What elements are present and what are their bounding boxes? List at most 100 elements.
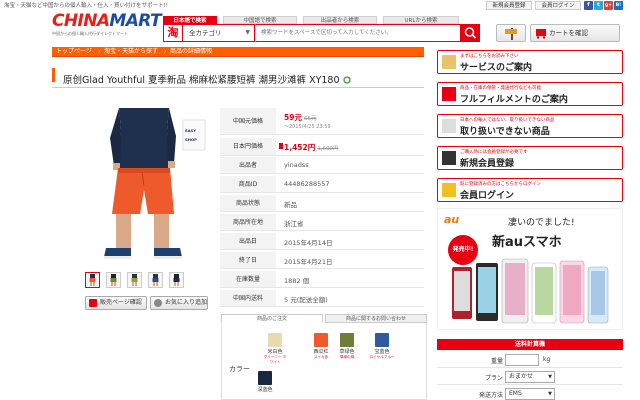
- thumbnail-2[interactable]: [106, 272, 121, 288]
- breadcrumb-home[interactable]: トップページ: [52, 47, 92, 57]
- cny-price: 59元: [284, 113, 302, 122]
- method-select[interactable]: EMS ▼: [505, 388, 555, 400]
- search-button[interactable]: [461, 24, 480, 42]
- tab-inquiry[interactable]: 商品に関するお問い合わせ: [325, 314, 427, 323]
- swatch-sub: グリーニー ホワイト: [263, 355, 287, 364]
- thumbnail-4[interactable]: [148, 272, 163, 288]
- sidebar-banner-login[interactable]: 既に登録済みの方はこちらからログイン 会員ログイン: [437, 178, 623, 202]
- color-label: カラー: [229, 365, 250, 373]
- weight-label: 重量: [490, 358, 503, 365]
- au-smartphone-ad[interactable]: au 発売中! 凄いのでました! 新auスマホ: [437, 208, 623, 330]
- cart-button[interactable]: カートを確認: [530, 24, 620, 42]
- search-tab-chinese[interactable]: 中国語で検索: [223, 16, 297, 24]
- product-location: 浙江省: [284, 220, 304, 228]
- info-value: 1,452円 1,600円: [279, 142, 339, 153]
- swatch-royal-blue[interactable]: 宝蓝色 ロイヤルブルー: [365, 333, 399, 368]
- end-date: 2015年4月21日: [284, 258, 333, 266]
- weight-input[interactable]: [505, 354, 539, 366]
- swatch-image: [314, 333, 328, 347]
- product-title: 原创Glad Youthful 夏季新品 棉麻松紧腰短裤 潮男沙滩裤 XY180: [63, 72, 351, 86]
- seller-name[interactable]: yinadss: [284, 161, 309, 169]
- thumbnail-3[interactable]: [127, 272, 142, 288]
- thumbnail-5[interactable]: [169, 272, 184, 288]
- thumbnail-1[interactable]: [85, 272, 100, 288]
- info-row-seller: 出品者 yinadss: [220, 157, 424, 174]
- info-label: 終了日: [220, 252, 276, 268]
- exchange-button[interactable]: [496, 24, 526, 42]
- swatch-grass-green[interactable]: 草绿色 草緑の緑: [335, 333, 359, 368]
- signpost-icon: [505, 28, 517, 40]
- product-photo[interactable]: EASY SHOP: [82, 108, 206, 268]
- stock-quantity: 1882 個: [284, 277, 310, 285]
- swatch-name: 宝蓝色: [374, 349, 390, 355]
- twitter-icon[interactable]: t: [594, 1, 603, 10]
- swatch-name: 西瓜红: [313, 349, 329, 355]
- view-sales-page-button[interactable]: 販売ページ確認: [85, 296, 147, 310]
- swatch-image: [268, 333, 282, 347]
- info-label: 商品状態: [220, 195, 276, 211]
- plan-select[interactable]: おまかせ ▼: [505, 371, 555, 383]
- view-sales-page-label: 販売ページ確認: [100, 299, 142, 306]
- swatch-beige[interactable]: 米白色 グリーニー ホワイト: [263, 333, 287, 368]
- refresh-icon[interactable]: [342, 76, 351, 84]
- swatch-image: [375, 333, 389, 347]
- swatch-sub: 草緑の緑: [339, 355, 355, 359]
- info-row-condition: 商品状態 新品: [220, 195, 424, 212]
- calc-row-plan: プラン おまかせ ▼: [437, 369, 623, 385]
- banner-title: フルフィルメントのご案内: [460, 95, 568, 105]
- ad-headline-1: 凄いのでました!: [508, 218, 575, 228]
- search-tab-url[interactable]: URLから検索: [383, 16, 459, 24]
- window-icon: [89, 299, 97, 307]
- google-plus-icon[interactable]: g+: [604, 1, 613, 10]
- sidebar-banner-fulfillment[interactable]: 商品・在庫の保管・発送代行なども可能 フルフィルメントのご案内: [437, 82, 623, 106]
- banner-caption: 既に登録済みの方はこちらからログイン: [460, 182, 541, 187]
- fulfillment-icon: [442, 87, 456, 101]
- key-icon: [442, 183, 456, 197]
- photo-tag-text-1: EASY: [185, 128, 197, 133]
- info-row-jpy-price: 日本円価格 1,452円 1,600円: [220, 138, 424, 156]
- site-logo[interactable]: CHINAMART: [52, 11, 162, 31]
- swatch-navy[interactable]: 深蓝色: [253, 371, 277, 400]
- swatch-image: [340, 333, 354, 347]
- banner-title: 新規会員登録: [460, 159, 515, 169]
- sidebar-banner-register[interactable]: ご購入時には会員登録が必要です 新規会員登録: [437, 146, 623, 170]
- add-favorite-button[interactable]: お気に入り追加: [150, 296, 208, 310]
- login-link[interactable]: 会員ログイン: [535, 1, 581, 10]
- swatch-name: 草绿色: [339, 349, 355, 355]
- taobao-source-icon[interactable]: 淘: [163, 24, 183, 42]
- product-id: 44486288557: [284, 180, 330, 188]
- banner-caption: まずはこちらをお読み下さい: [460, 54, 519, 59]
- swatch-watermelon[interactable]: 西瓜红 スイカ赤: [309, 333, 333, 368]
- domestic-shipping: 5 元(配送全額): [284, 296, 328, 304]
- title-accent-bar: [52, 68, 55, 82]
- search-icon: [464, 27, 477, 39]
- search-tab-japanese[interactable]: 日本語で検索: [163, 16, 217, 24]
- new-member-link[interactable]: 新規会員登録: [486, 1, 532, 10]
- logo-text-blue: MART: [109, 11, 162, 31]
- swatch-image: [258, 371, 272, 385]
- sidebar-banner-prohibited[interactable]: 日本への輸入ではない、取り扱いできない商品 取り扱いできない商品: [437, 114, 623, 138]
- shipping-calculator-title: 送料計算機: [437, 339, 623, 350]
- jpy-price: 1,452円: [284, 143, 316, 152]
- info-label: 出品日: [220, 233, 276, 249]
- info-label: 中国内送料: [220, 290, 276, 306]
- sale-period: ～2015/4/25 23:59: [284, 124, 331, 130]
- sidebar-banner-service[interactable]: まずはこちらをお読み下さい サービスのご案内: [437, 50, 623, 74]
- price-marker-icon: [279, 143, 283, 149]
- method-selected: EMS: [509, 390, 522, 397]
- info-row-location: 商品所在地 浙江省: [220, 214, 424, 231]
- service-icon: [442, 55, 456, 69]
- category-select[interactable]: 全カテゴリ ▼: [183, 24, 255, 42]
- photo-tag-text-2: SHOP: [185, 137, 197, 142]
- listed-date: 2015年4月14日: [284, 239, 333, 247]
- info-label: 商品ID: [220, 176, 276, 192]
- search-tab-seller[interactable]: 出品者から検索: [303, 16, 377, 24]
- breadcrumb-taobao[interactable]: 淘宝・天猫から探す: [100, 47, 158, 57]
- banner-title: 会員ログイン: [460, 191, 515, 201]
- hatena-bookmark-icon[interactable]: B!: [614, 1, 623, 10]
- info-value: 59元 65元: [284, 112, 317, 123]
- breadcrumb-current: 商品の詳細情報: [170, 48, 213, 55]
- tab-order[interactable]: 商品のご注文: [221, 314, 323, 323]
- search-input[interactable]: [255, 24, 461, 42]
- facebook-icon[interactable]: f: [584, 1, 593, 10]
